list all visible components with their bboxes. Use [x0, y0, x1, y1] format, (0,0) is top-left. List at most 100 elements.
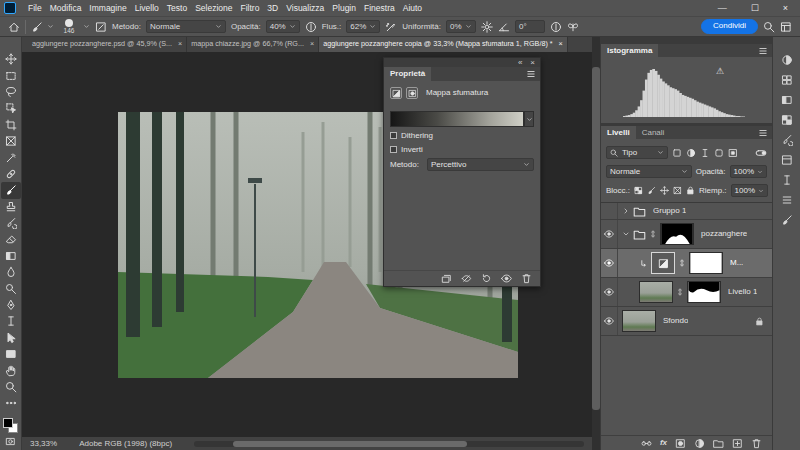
paragraph-panel-icon[interactable] — [781, 194, 793, 206]
option-row[interactable]: Inverti — [390, 145, 534, 155]
tool-button[interactable] — [1, 297, 21, 313]
layer-row[interactable]: M... — [601, 249, 772, 278]
layer-style-button[interactable]: fx — [660, 438, 667, 448]
layer-row[interactable]: Sfondo — [601, 307, 772, 336]
tool-button[interactable] — [1, 379, 21, 395]
tool-button[interactable] — [1, 117, 21, 133]
tool-button[interactable] — [1, 51, 21, 67]
smoothing-field[interactable]: 0% — [446, 20, 476, 33]
menu-item[interactable]: Plugin — [332, 3, 356, 13]
swatches-panel-icon[interactable] — [781, 74, 793, 86]
lock-pixels-icon[interactable] — [647, 186, 656, 195]
fill-field[interactable]: 100% — [731, 184, 768, 197]
tool-button[interactable] — [1, 280, 21, 296]
angle-field[interactable]: 0° — [515, 20, 545, 33]
visibility-toggle[interactable] — [601, 278, 618, 306]
panel-menu[interactable] — [526, 67, 540, 81]
document-tab[interactable]: mappa chiazze.jpg @ 66,7% (RG...× — [187, 37, 319, 52]
scroll-thumb[interactable] — [592, 67, 600, 410]
tool-preset-picker[interactable] — [31, 21, 54, 33]
character-panel-icon[interactable] — [781, 174, 793, 186]
pressure-size-icon[interactable] — [550, 21, 562, 33]
view-previous-icon[interactable] — [461, 273, 472, 284]
vertical-scrollbar[interactable] — [592, 37, 600, 450]
tool-button[interactable] — [1, 149, 21, 165]
collapse-button[interactable]: « — [518, 59, 522, 67]
history-panel-icon[interactable] — [781, 134, 793, 146]
layer-row[interactable]: Livello 1 — [601, 278, 772, 307]
lock-artboard-icon[interactable] — [673, 186, 682, 195]
adjustment-filter-icon[interactable] — [686, 148, 696, 158]
close-button[interactable]: × — [783, 3, 788, 14]
panel-tab[interactable]: Canali — [636, 126, 671, 139]
brushes-panel-icon[interactable] — [781, 214, 793, 226]
visibility-toggle[interactable] — [601, 203, 618, 219]
search-icon[interactable] — [763, 21, 775, 33]
angle-icon[interactable] — [498, 21, 510, 33]
properties-tab[interactable]: Proprietà — [384, 67, 431, 81]
layer-row[interactable]: pozzanghere — [601, 220, 772, 249]
gradient-dropdown[interactable] — [524, 111, 534, 127]
maximize-button[interactable]: ☐ — [751, 3, 759, 14]
tool-button[interactable] — [1, 395, 21, 411]
airbrush-icon[interactable] — [385, 21, 397, 33]
menu-item[interactable]: Finestra — [364, 3, 395, 13]
libraries-panel-icon[interactable] — [781, 154, 793, 166]
menu-item[interactable]: Selezione — [195, 3, 232, 13]
document-tab[interactable]: aggiungere pozzanghere copia @ 33,3% (Ma… — [319, 37, 568, 52]
panel-menu[interactable] — [758, 126, 772, 139]
app-logo-icon[interactable] — [4, 2, 16, 14]
visibility-toggle[interactable] — [601, 307, 618, 335]
brush-settings-icon[interactable] — [95, 21, 107, 33]
menu-item[interactable]: Aiuto — [403, 3, 422, 13]
filter-field[interactable]: Tipo — [606, 146, 668, 159]
menu-item[interactable]: Modifica — [50, 3, 82, 13]
method-field[interactable]: Percettivo — [427, 158, 534, 171]
patterns-panel-icon[interactable] — [781, 114, 793, 126]
gradient-preview[interactable] — [390, 111, 524, 127]
blend-field[interactable]: Normale — [606, 165, 692, 178]
panel-tab[interactable]: Livelli — [601, 126, 636, 139]
checkbox[interactable] — [390, 132, 397, 139]
pressure-opacity-icon[interactable] — [305, 21, 317, 33]
tool-button[interactable] — [1, 166, 21, 182]
layer-row[interactable]: Gruppo 1 — [601, 203, 772, 220]
symmetry-icon[interactable] — [567, 21, 579, 33]
opacity-field[interactable]: 100% — [730, 165, 767, 178]
expand-arrow-icon[interactable] — [622, 230, 630, 238]
color-swatches[interactable] — [2, 418, 20, 434]
new-layer-icon[interactable] — [732, 438, 743, 449]
visibility-icon[interactable] — [501, 273, 512, 284]
tool-button[interactable] — [1, 215, 21, 231]
tool-button[interactable] — [1, 313, 21, 329]
color-panel-icon[interactable] — [781, 54, 793, 66]
menu-item[interactable]: Testo — [167, 3, 187, 13]
shape-filter-icon[interactable] — [714, 148, 724, 158]
histogram-tab[interactable]: Istogramma — [601, 44, 658, 57]
adjustment-layer-icon[interactable] — [694, 438, 705, 449]
opacity-field[interactable]: 40% — [266, 20, 300, 33]
tool-button[interactable] — [1, 100, 21, 116]
checkbox[interactable] — [390, 146, 397, 153]
pixel-filter-icon[interactable] — [672, 148, 682, 158]
type-filter-icon[interactable] — [700, 148, 710, 158]
mask-button[interactable] — [406, 87, 418, 99]
tool-button[interactable] — [1, 84, 21, 100]
tab-close-button[interactable]: × — [178, 40, 182, 49]
menu-item[interactable]: Visualizza — [286, 3, 324, 13]
menu-item[interactable]: File — [28, 3, 42, 13]
horizontal-scrollbar[interactable] — [194, 441, 584, 447]
warning-icon[interactable]: ⚠ — [716, 66, 724, 77]
adjustment-button[interactable] — [390, 87, 402, 99]
tool-button[interactable] — [1, 330, 21, 346]
panel-menu[interactable] — [758, 44, 772, 57]
minimize-button[interactable]: — — [718, 3, 727, 14]
tool-button[interactable] — [1, 264, 21, 280]
visibility-toggle[interactable] — [601, 220, 618, 248]
document-tab[interactable]: aggiungere pozzanghere.psd @ 45,9% (S...… — [28, 37, 187, 52]
reset-icon[interactable] — [481, 273, 492, 284]
add-mask-icon[interactable] — [675, 438, 686, 449]
filter-toggle-icon[interactable] — [755, 147, 767, 159]
flow-field[interactable]: 62% — [346, 20, 380, 33]
visibility-toggle[interactable] — [601, 249, 618, 277]
